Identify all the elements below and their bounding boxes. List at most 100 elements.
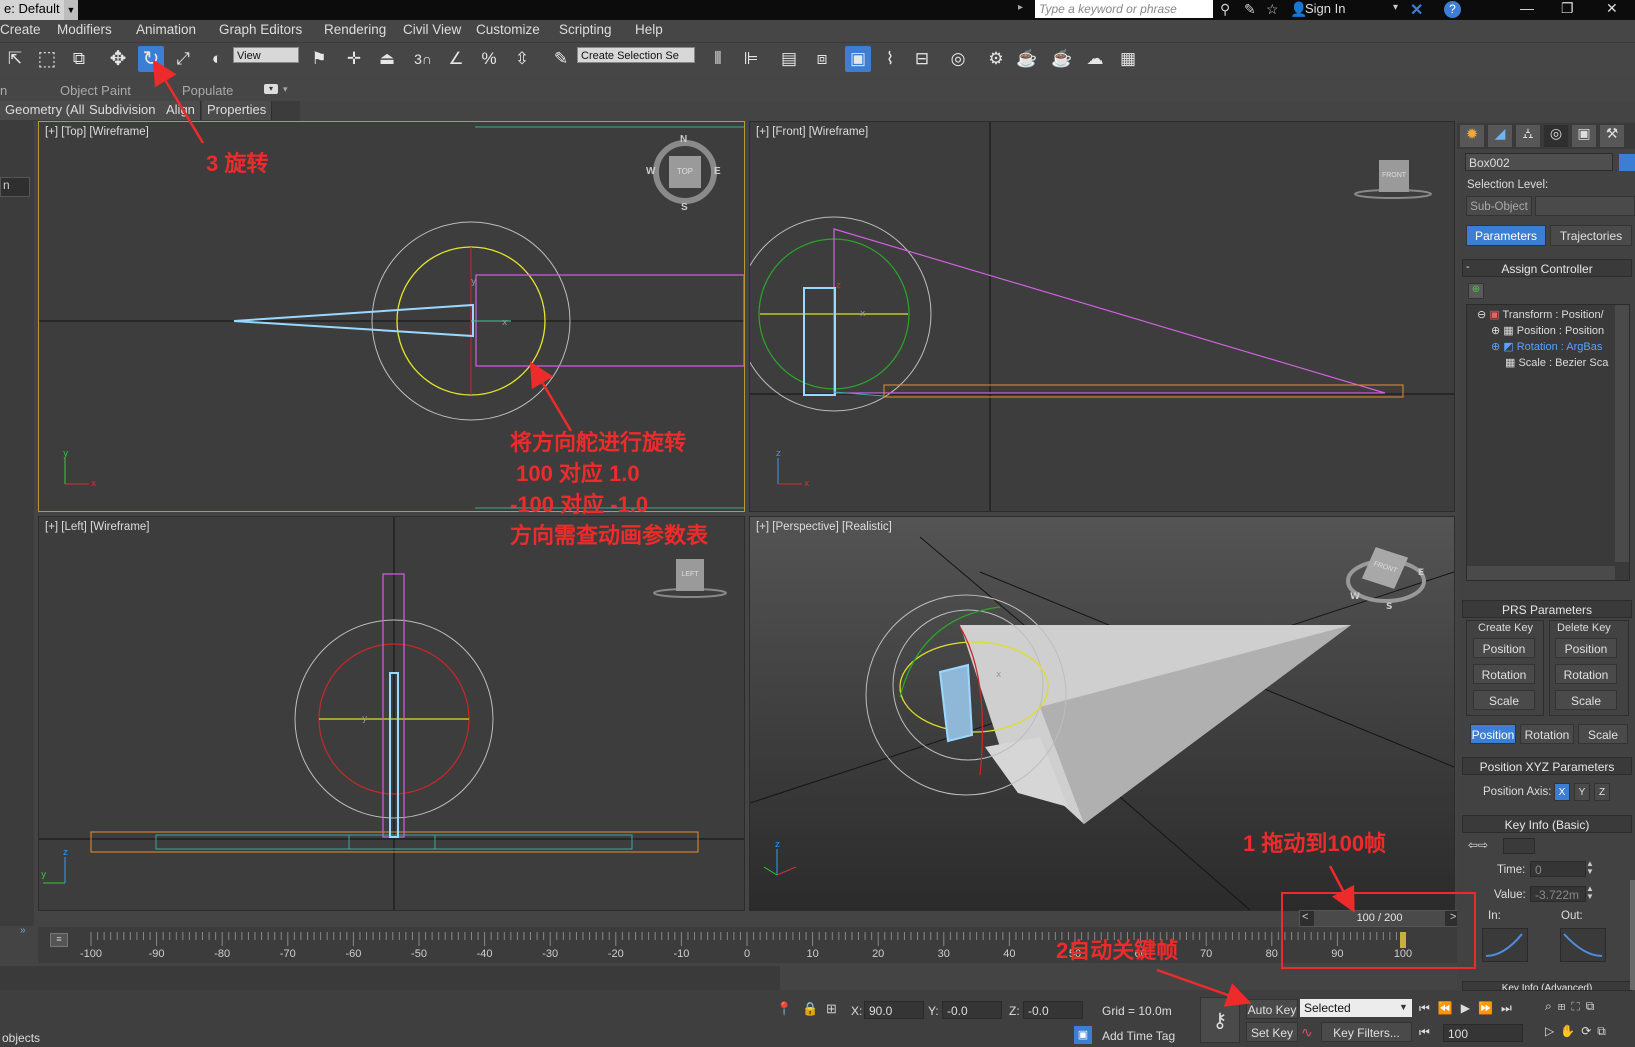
binoculars-icon[interactable]: ⚲	[1220, 1, 1230, 18]
ribbon-tab-populate[interactable]: Populate	[182, 83, 233, 98]
track-bar-toggle-icon[interactable]: ≡	[50, 933, 68, 947]
rotate-icon[interactable]: ↻	[138, 46, 164, 72]
viewport-front[interactable]: x z z x [+] [Front] [Wireframe] FRONT	[749, 121, 1455, 512]
modify-panel-icon[interactable]: ◢	[1488, 125, 1512, 147]
parameters-tab[interactable]: Parameters	[1466, 225, 1546, 246]
menu-create[interactable]: Create	[0, 22, 41, 37]
tree-vertical-scrollbar[interactable]	[1615, 305, 1629, 562]
window-crossing-icon[interactable]: ⧉	[66, 46, 92, 72]
layers-icon[interactable]: ⧈	[809, 46, 835, 72]
render-production-icon[interactable]: ☕	[1049, 46, 1075, 72]
subtab-align[interactable]: Align	[161, 101, 201, 120]
auto-key-button[interactable]: Auto Key	[1246, 999, 1298, 1019]
object-name-field[interactable]: Box002	[1465, 153, 1613, 171]
close-icon[interactable]: ✕	[1606, 0, 1618, 17]
current-frame-field[interactable]: 100	[1443, 1024, 1523, 1042]
mirror-icon[interactable]: ⫴	[705, 46, 731, 72]
rendered-frame-icon[interactable]: ☕	[1014, 46, 1040, 72]
curve-icon[interactable]: ∿	[1301, 1024, 1313, 1041]
tree-item-rotation[interactable]: ⊕ ◩ Rotation : ArgBas	[1491, 340, 1602, 353]
axis-z-button[interactable]: Z	[1594, 783, 1610, 801]
curve-editor-icon[interactable]: ⌇	[877, 46, 903, 72]
create-rotation-key-button[interactable]: Rotation	[1473, 664, 1535, 684]
key-mode-selection-dropdown[interactable]: Selected	[1300, 999, 1412, 1017]
pivot-center-icon[interactable]: ⚑	[306, 46, 332, 72]
chevron-down-icon[interactable]: ▼	[64, 0, 78, 20]
communication-icon[interactable]: ✎	[1244, 1, 1256, 18]
viewport-label-top[interactable]: [+] [Top] [Wireframe]	[45, 126, 149, 138]
keyword-search-input[interactable]: Type a keyword or phrase	[1035, 0, 1213, 18]
trajectories-tab[interactable]: Trajectories	[1550, 225, 1632, 246]
time-slider[interactable]: < 100 / 200 >	[1299, 910, 1460, 927]
value-field[interactable]: -3.722m	[1530, 886, 1586, 902]
expand-arrow-icon[interactable]: ▸	[1018, 2, 1023, 13]
frame-display[interactable]: 100 / 200	[1314, 911, 1445, 926]
move-icon[interactable]: ✥	[105, 46, 131, 72]
absolute-mode-icon[interactable]: ⊞	[826, 1001, 837, 1017]
material-editor-icon[interactable]: ◎	[945, 46, 971, 72]
add-time-tag[interactable]: Add Time Tag	[1102, 1029, 1175, 1043]
viewcube-top[interactable]: TOP	[669, 156, 701, 188]
set-key-icon[interactable]: ⚷	[1200, 997, 1240, 1043]
menu-animation[interactable]: Animation	[136, 22, 196, 37]
value-spinner-icon[interactable]: ▲ ▼	[1586, 885, 1594, 901]
key-number-field[interactable]	[1503, 838, 1535, 854]
prs-parameters-rollout[interactable]: PRS Parameters	[1462, 600, 1632, 618]
lock-icon[interactable]: 🔒	[802, 1001, 818, 1017]
viewport-nav-controls[interactable]: ⌕⊞⛶⧉	[1545, 999, 1600, 1014]
in-tangent-curve-icon[interactable]	[1482, 928, 1528, 962]
next-frame-icon[interactable]: ⏩	[1478, 1001, 1501, 1015]
assign-controller-rollout[interactable]: Assign Controller	[1462, 259, 1632, 277]
out-tangent-curve-icon[interactable]	[1560, 928, 1606, 962]
layer-explorer-icon[interactable]: ▤	[776, 46, 802, 72]
zoom-extents-icon[interactable]: ⛶	[1571, 999, 1585, 1013]
render-cloud-icon[interactable]: ☁	[1082, 46, 1108, 72]
menu-graph-editors[interactable]: Graph Editors	[219, 22, 302, 37]
viewcube-left[interactable]: LEFT	[676, 559, 704, 591]
key-info-basic-rollout[interactable]: Key Info (Basic)	[1462, 815, 1632, 833]
left-panel-field[interactable]: n	[0, 177, 30, 197]
command-panel-scrollbar[interactable]	[1630, 880, 1635, 990]
scale-icon[interactable]: ⤢	[170, 46, 196, 72]
delete-scale-key-button[interactable]: Scale	[1555, 690, 1617, 710]
toggle-ribbon-icon[interactable]: ▣	[845, 46, 871, 72]
selection-filter-icon[interactable]: ◐	[204, 46, 230, 72]
chevron-down-icon[interactable]: ▼	[1399, 1002, 1408, 1012]
edit-named-selection-icon[interactable]: ✎	[548, 46, 574, 72]
set-key-button[interactable]: Set Key	[1246, 1022, 1298, 1042]
play-icon[interactable]: ▶	[1461, 1001, 1478, 1015]
orbit-icon[interactable]: ⟳	[1581, 1024, 1597, 1038]
viewport-nav-controls-2[interactable]: ▷✋⟳⧉	[1545, 1024, 1612, 1039]
percent-snap-icon[interactable]: %	[476, 46, 502, 72]
pan-icon[interactable]: ✋	[1560, 1024, 1581, 1038]
time-field[interactable]: 0	[1530, 861, 1586, 877]
keyboard-shortcut-icon[interactable]: ⏏	[374, 46, 400, 72]
subtab-geometry-all[interactable]: Geometry (All)	[0, 101, 95, 120]
isolate-pin-icon[interactable]: 📍	[776, 1001, 792, 1017]
current-frame-marker[interactable]	[1400, 932, 1406, 948]
add-time-tag-icon[interactable]: ▣	[1074, 1026, 1092, 1044]
chevron-down-icon[interactable]: ▾	[1393, 2, 1398, 13]
menu-modifiers[interactable]: Modifiers	[57, 22, 112, 37]
viewport-label-perspective[interactable]: [+] [Perspective] [Realistic]	[756, 521, 892, 533]
fov-icon[interactable]: ▷	[1545, 1024, 1560, 1038]
named-selection-set-input[interactable]: Create Selection Se	[577, 47, 695, 63]
render-setup-icon[interactable]: ⚙	[983, 46, 1009, 72]
delete-rotation-key-button[interactable]: Rotation	[1555, 664, 1617, 684]
maximize-viewport-icon[interactable]: ⧉	[1586, 999, 1601, 1013]
tree-horizontal-scrollbar[interactable]	[1467, 566, 1615, 580]
create-panel-icon[interactable]: ✹	[1460, 125, 1484, 147]
hierarchy-panel-icon[interactable]: ⛼	[1516, 125, 1540, 147]
time-slider-next[interactable]: >	[1450, 911, 1456, 923]
previous-frame-icon[interactable]: ⏪	[1438, 1001, 1461, 1015]
chevron-down-icon[interactable]: ▾	[283, 84, 288, 95]
menu-customize[interactable]: Customize	[476, 22, 540, 37]
zoom-all-icon[interactable]: ⊞	[1558, 999, 1572, 1013]
sign-in-link[interactable]: Sign In	[1305, 1, 1345, 16]
viewport-label-front[interactable]: [+] [Front] [Wireframe]	[756, 126, 868, 138]
spinner-snap-icon[interactable]: ⇳	[509, 46, 535, 72]
go-to-start-icon[interactable]: ⏮	[1419, 1001, 1438, 1015]
display-panel-icon[interactable]: ▣	[1572, 125, 1596, 147]
viewport-label-left[interactable]: [+] [Left] [Wireframe]	[45, 521, 150, 533]
favorites-star-icon[interactable]: ☆	[1266, 1, 1279, 18]
